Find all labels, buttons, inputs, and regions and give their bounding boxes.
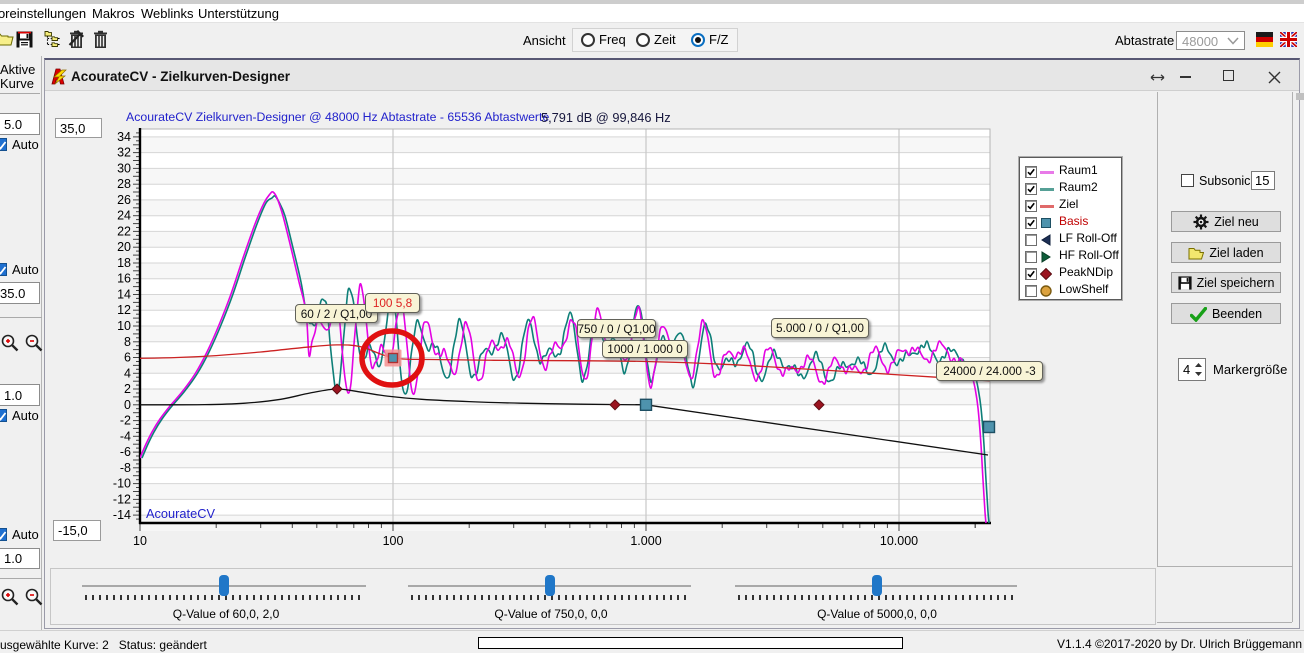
svg-text:6: 6 bbox=[124, 351, 131, 365]
svg-text:-6: -6 bbox=[120, 445, 131, 459]
svg-text:22: 22 bbox=[117, 224, 131, 238]
svg-text:-12: -12 bbox=[113, 492, 131, 506]
svg-text:-14: -14 bbox=[113, 508, 131, 522]
svg-text:20: 20 bbox=[117, 240, 131, 254]
svg-text:10: 10 bbox=[133, 534, 147, 548]
svg-text:10.000: 10.000 bbox=[880, 534, 918, 548]
svg-text:34: 34 bbox=[117, 130, 131, 144]
svg-text:2: 2 bbox=[124, 382, 131, 396]
svg-text:100: 100 bbox=[383, 534, 404, 548]
svg-text:-2: -2 bbox=[120, 414, 131, 428]
svg-text:0: 0 bbox=[124, 398, 131, 412]
svg-text:24: 24 bbox=[117, 209, 131, 223]
svg-text:28: 28 bbox=[117, 177, 131, 191]
svg-text:16: 16 bbox=[117, 272, 131, 286]
svg-text:-10: -10 bbox=[113, 477, 131, 491]
svg-text:8: 8 bbox=[124, 335, 131, 349]
svg-text:-8: -8 bbox=[120, 461, 131, 475]
svg-text:4: 4 bbox=[124, 366, 131, 380]
svg-text:32: 32 bbox=[117, 146, 131, 160]
svg-text:-4: -4 bbox=[120, 429, 131, 443]
svg-text:14: 14 bbox=[117, 288, 131, 302]
svg-text:18: 18 bbox=[117, 256, 131, 270]
svg-text:10: 10 bbox=[117, 319, 131, 333]
svg-text:30: 30 bbox=[117, 161, 131, 175]
svg-text:26: 26 bbox=[117, 193, 131, 207]
svg-text:12: 12 bbox=[117, 303, 131, 317]
svg-text:1.000: 1.000 bbox=[630, 534, 661, 548]
